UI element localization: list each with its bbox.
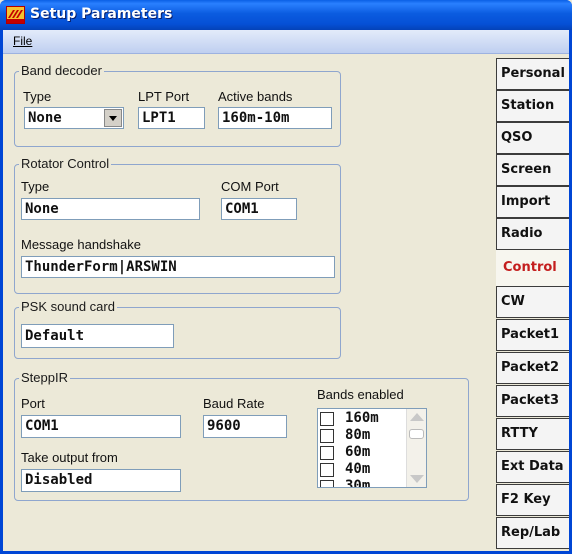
tab-personal[interactable]: Personal [496,58,569,90]
bands-enabled-label: Bands enabled [317,387,404,402]
scroll-down-arrow-icon[interactable] [410,475,424,483]
band-label: 160m [345,410,379,426]
band-item-80m[interactable]: 80m [320,427,405,444]
band-checkbox[interactable] [320,463,334,477]
bands-enabled-listbox[interactable]: 160m 80m 60m 40m 30m [317,408,427,488]
steppir-port-field[interactable]: COM1 [21,415,181,438]
steppir-legend: SteppIR [19,370,70,385]
psk-sound-card-group: PSK sound card Default [14,299,341,359]
setup-tabs: Personal Station QSO Screen Import Radio… [496,58,569,549]
tab-qso[interactable]: QSO [496,122,569,154]
tab-rtty[interactable]: RTTY [496,418,569,450]
band-item-40m[interactable]: 40m [320,461,405,478]
tab-packet2[interactable]: Packet2 [496,352,569,384]
tab-import[interactable]: Import [496,186,569,218]
message-handshake-label: Message handshake [21,237,141,252]
psk-sound-card-field[interactable]: Default [21,324,174,348]
band-checkbox[interactable] [320,412,334,426]
band-item-160m[interactable]: 160m [320,410,405,427]
lpt-port-field[interactable]: LPT1 [138,107,205,129]
bands-scrollbar[interactable] [406,409,426,487]
active-bands-field[interactable]: 160m-10m [218,107,332,129]
band-checkbox[interactable] [320,446,334,460]
tab-radio[interactable]: Radio [496,218,569,250]
baud-rate-label: Baud Rate [203,396,265,411]
psk-sound-card-legend: PSK sound card [19,299,117,314]
steppir-group: SteppIR Port COM1 Baud Rate 9600 Take ou… [14,370,469,501]
setup-window: Setup Parameters File Band decoder Type … [0,0,572,554]
band-item-30m[interactable]: 30m [320,478,405,488]
tab-cw[interactable]: CW [496,286,569,318]
tab-packet3[interactable]: Packet3 [496,385,569,417]
band-item-60m[interactable]: 60m [320,444,405,461]
steppir-port-label: Port [21,396,45,411]
app-logo-icon [6,6,25,24]
scroll-thumb[interactable] [409,429,424,439]
band-decoder-type-combo[interactable]: None [24,107,124,129]
tab-ext-data[interactable]: Ext Data [496,451,569,483]
active-bands-label: Active bands [218,89,293,104]
tab-rep-lab[interactable]: Rep/Lab [496,517,569,549]
rotator-type-field[interactable]: None [21,198,200,220]
band-label: 80m [345,427,371,443]
take-output-from-field[interactable]: Disabled [21,469,181,492]
band-decoder-type-value: None [28,110,62,126]
band-label: 40m [345,461,371,477]
band-label: 60m [345,444,371,460]
window-title: Setup Parameters [30,6,173,22]
tab-station[interactable]: Station [496,90,569,122]
baud-rate-field[interactable]: 9600 [203,415,287,438]
tab-screen[interactable]: Screen [496,154,569,186]
client-area: File Band decoder Type None LPT Port LPT… [3,30,569,551]
tab-f2-key[interactable]: F2 Key [496,484,569,516]
com-port-field[interactable]: COM1 [221,198,297,220]
scroll-up-arrow-icon[interactable] [410,413,424,421]
title-bar[interactable]: Setup Parameters [0,0,572,30]
band-checkbox[interactable] [320,429,334,443]
tab-packet1[interactable]: Packet1 [496,319,569,351]
tab-control[interactable]: Control [496,250,569,286]
lpt-port-label: LPT Port [138,89,190,104]
menu-bar: File [3,30,569,54]
band-decoder-group: Band decoder Type None LPT Port LPT1 Act… [14,63,341,147]
rotator-control-group: Rotator Control Type None COM Port COM1 … [14,156,341,294]
take-output-from-label: Take output from [21,450,118,465]
message-handshake-field[interactable]: ThunderForm|ARSWIN [21,256,335,278]
band-checkbox[interactable] [320,480,334,487]
band-decoder-type-label: Type [23,89,52,104]
com-port-label: COM Port [221,179,279,194]
menu-file[interactable]: File [13,34,32,48]
band-label: 30m [345,478,371,488]
band-decoder-legend: Band decoder [19,63,104,78]
rotator-control-legend: Rotator Control [19,156,112,171]
rotator-type-label: Type [21,179,50,194]
chevron-down-icon[interactable] [104,109,122,127]
